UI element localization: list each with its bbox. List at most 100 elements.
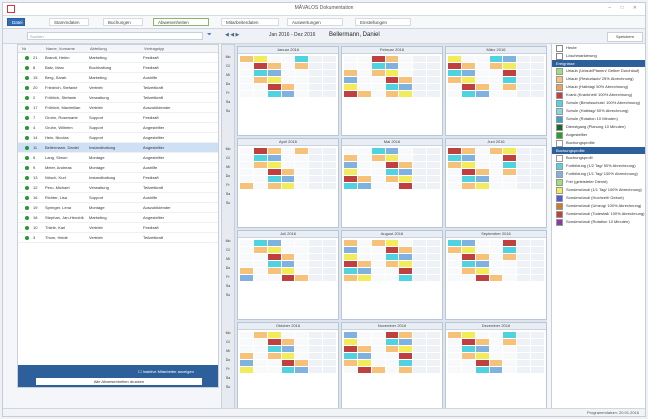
day-cell[interactable]: [281, 84, 295, 90]
day-cell[interactable]: [357, 176, 371, 182]
day-cell[interactable]: [371, 148, 385, 154]
day-cell[interactable]: [399, 261, 413, 267]
day-cell[interactable]: [475, 70, 489, 76]
day-cell[interactable]: [475, 63, 489, 69]
day-cell[interactable]: [448, 91, 461, 97]
day-cell[interactable]: [295, 360, 309, 366]
day-cell[interactable]: [385, 254, 399, 260]
day-cell[interactable]: [517, 353, 531, 359]
day-cell[interactable]: [240, 247, 253, 253]
day-cell[interactable]: [517, 84, 531, 90]
employee-row[interactable]: 12 Peru, Michael Verwaltung Teilzeitkraft: [18, 183, 218, 193]
day-cell[interactable]: [448, 148, 461, 154]
day-cell[interactable]: [503, 240, 517, 246]
day-cell[interactable]: [413, 339, 427, 345]
day-cell[interactable]: [427, 63, 440, 69]
day-cell[interactable]: [253, 162, 267, 168]
day-cell[interactable]: [295, 155, 309, 161]
day-cell[interactable]: [385, 183, 399, 189]
today-button[interactable]: Heute: [552, 44, 645, 52]
tab-stammdaten[interactable]: Stammdaten: [49, 18, 89, 26]
day-cell[interactable]: [489, 84, 503, 90]
day-cell[interactable]: [461, 339, 475, 345]
day-cell[interactable]: [413, 91, 427, 97]
day-cell[interactable]: [240, 332, 253, 338]
day-cell[interactable]: [323, 162, 336, 168]
day-cell[interactable]: [475, 275, 489, 281]
day-cell[interactable]: [531, 155, 544, 161]
day-cell[interactable]: [323, 148, 336, 154]
day-cell[interactable]: [240, 84, 253, 90]
day-cell[interactable]: [323, 353, 336, 359]
day-cell[interactable]: [427, 360, 440, 366]
legend-item[interactable]: Urlaub (Halbtag/ 50% Abrechnung): [552, 83, 645, 91]
day-cell[interactable]: [517, 261, 531, 267]
day-cell[interactable]: [309, 360, 323, 366]
day-cell[interactable]: [489, 367, 503, 373]
day-cell[interactable]: [503, 275, 517, 281]
day-cell[interactable]: [267, 91, 281, 97]
day-cell[interactable]: [309, 353, 323, 359]
day-cell[interactable]: [489, 346, 503, 352]
day-cell[interactable]: [448, 268, 461, 274]
day-cell[interactable]: [461, 63, 475, 69]
day-cell[interactable]: [295, 84, 309, 90]
day-cell[interactable]: [427, 254, 440, 260]
day-cell[interactable]: [517, 240, 531, 246]
day-cell[interactable]: [475, 254, 489, 260]
day-cell[interactable]: [413, 155, 427, 161]
day-cell[interactable]: [461, 183, 475, 189]
day-cell[interactable]: [357, 155, 371, 161]
day-cell[interactable]: [323, 367, 336, 373]
day-cell[interactable]: [427, 155, 440, 161]
day-cell[interactable]: [399, 169, 413, 175]
day-cell[interactable]: [489, 240, 503, 246]
day-cell[interactable]: [399, 339, 413, 345]
day-cell[interactable]: [357, 162, 371, 168]
day-cell[interactable]: [253, 346, 267, 352]
day-cell[interactable]: [385, 247, 399, 253]
day-cell[interactable]: [267, 70, 281, 76]
day-cell[interactable]: [267, 254, 281, 260]
day-cell[interactable]: [448, 254, 461, 260]
day-cell[interactable]: [475, 332, 489, 338]
day-cell[interactable]: [295, 332, 309, 338]
day-cell[interactable]: [281, 240, 295, 246]
day-cell[interactable]: [281, 346, 295, 352]
day-cell[interactable]: [475, 346, 489, 352]
day-cell[interactable]: [448, 247, 461, 253]
day-cell[interactable]: [448, 63, 461, 69]
day-cell[interactable]: [344, 332, 357, 338]
day-cell[interactable]: [253, 56, 267, 62]
delete-mark-button[interactable]: Löschmarkierung: [552, 52, 645, 60]
day-cell[interactable]: [323, 56, 336, 62]
legend-item[interactable]: Schule (Halbtag/ 50% Abrechnung): [552, 107, 645, 115]
day-cell[interactable]: [475, 91, 489, 97]
day-cell[interactable]: [253, 261, 267, 267]
day-cell[interactable]: [281, 56, 295, 62]
legend-item[interactable]: Sonderurlaub (Umzug/ 100% Abrechnung): [552, 202, 645, 210]
day-cell[interactable]: [309, 332, 323, 338]
day-cell[interactable]: [309, 346, 323, 352]
day-cell[interactable]: [531, 254, 544, 260]
day-cell[interactable]: [323, 176, 336, 182]
file-menu-button[interactable]: Datei: [7, 18, 25, 26]
day-cell[interactable]: [427, 77, 440, 83]
day-cell[interactable]: [281, 360, 295, 366]
day-cell[interactable]: [357, 275, 371, 281]
employee-row[interactable]: 11 Bellermann, Daniel Instandhaltung Angest…: [18, 143, 218, 153]
day-cell[interactable]: [281, 367, 295, 373]
day-cell[interactable]: [461, 77, 475, 83]
day-cell[interactable]: [427, 148, 440, 154]
day-cell[interactable]: [385, 84, 399, 90]
day-cell[interactable]: [517, 162, 531, 168]
day-cell[interactable]: [267, 339, 281, 345]
day-cell[interactable]: [281, 77, 295, 83]
legend-item[interactable]: Krank (Krankheit/ 100% Abrechnung): [552, 91, 645, 99]
day-cell[interactable]: [295, 261, 309, 267]
day-cell[interactable]: [413, 70, 427, 76]
day-cell[interactable]: [344, 70, 357, 76]
day-cell[interactable]: [399, 162, 413, 168]
day-cell[interactable]: [517, 148, 531, 154]
day-cell[interactable]: [475, 155, 489, 161]
